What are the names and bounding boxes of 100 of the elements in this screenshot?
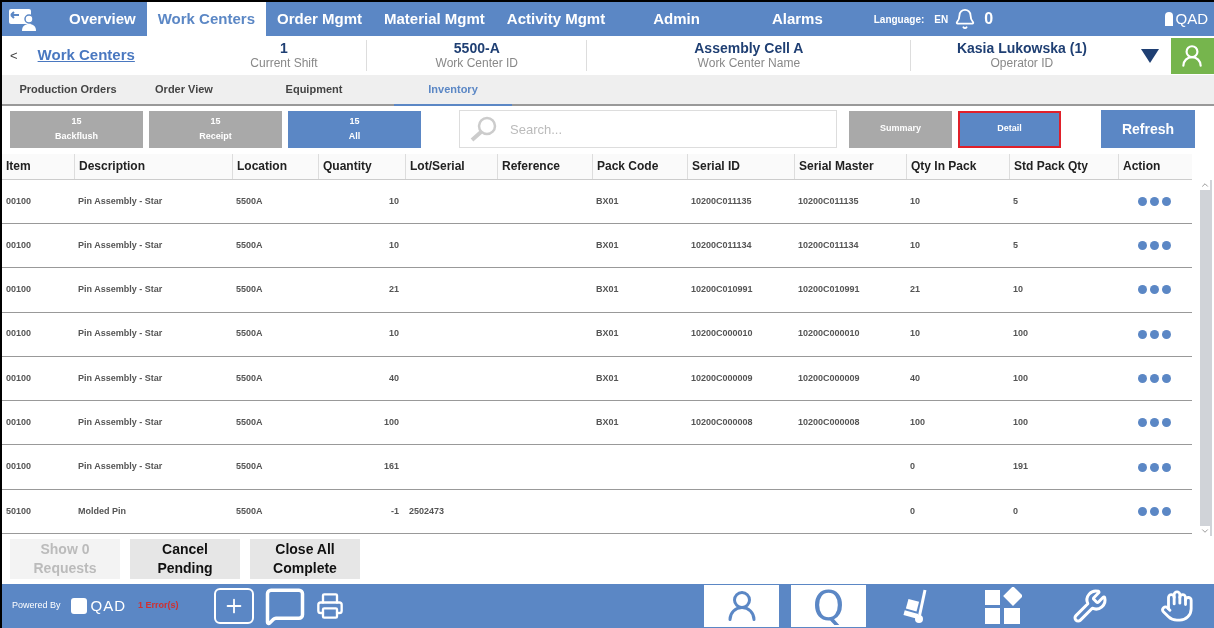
print-icon[interactable]	[315, 592, 344, 620]
footer-nav-button[interactable]	[704, 585, 779, 627]
table-cell-text: 40	[910, 371, 920, 385]
column-header: Description	[74, 154, 232, 179]
table-cell-text: Pin Assembly - Star	[78, 416, 163, 429]
table-cell: 10	[389, 194, 399, 208]
more-actions-button[interactable]	[1137, 241, 1171, 251]
search-field[interactable]: Search...	[459, 110, 837, 148]
language-selector[interactable]: EN	[934, 2, 949, 36]
table-cell: 00100	[6, 327, 32, 341]
nav-tab[interactable]: Material Mgmt	[373, 2, 496, 36]
search-icon	[469, 116, 499, 142]
blocks-icon	[983, 587, 1022, 625]
table-cell: Pin Assembly - Star	[78, 194, 163, 208]
nav-tab[interactable]: Work Centers	[146, 2, 266, 36]
table-cell: BX01	[596, 283, 619, 297]
table-cell: BX01	[596, 327, 619, 341]
view-toggle-button[interactable]: Summary	[849, 110, 952, 148]
subtab[interactable]: Equipment	[234, 75, 394, 104]
table-cell: 10	[1013, 283, 1023, 297]
add-operator-button[interactable]	[1170, 37, 1214, 74]
table-cell: 10200C000010	[691, 327, 753, 341]
table-cell-text: 10200C011134	[798, 238, 859, 252]
powered-by-label: Powered By	[12, 599, 61, 613]
column-header: Std Pack Qty	[1009, 154, 1118, 179]
operator-dropdown-button[interactable]	[1140, 48, 1159, 63]
column-header: Quantity	[318, 154, 405, 179]
table-cell: 10200C011135	[798, 194, 859, 208]
more-actions-button[interactable]	[1137, 373, 1171, 383]
table-cell-text: BX01	[596, 238, 619, 252]
table-cell-text: 00100	[6, 416, 32, 429]
table-cell-text: 0	[910, 504, 915, 518]
more-actions-button[interactable]	[1137, 418, 1171, 428]
dots-icon	[1137, 196, 1171, 206]
table-cell: 0	[910, 460, 915, 474]
table-cell: BX01	[596, 194, 619, 208]
add-comment-icon[interactable]	[213, 588, 254, 624]
table-cell-text: 00100	[6, 371, 32, 385]
action-button[interactable]: Cancel Pending	[130, 539, 240, 579]
header-value: 1	[280, 40, 288, 56]
more-actions-button[interactable]	[1137, 462, 1171, 472]
column-header: Location	[232, 154, 318, 179]
subtab[interactable]: Order View	[134, 75, 234, 104]
q-letter: Q	[812, 586, 845, 626]
alarm-count: 0	[984, 9, 994, 29]
dots-icon	[1137, 285, 1171, 295]
table-cell-text: 40	[389, 371, 399, 385]
table-cell: 5	[1013, 194, 1018, 208]
header-value: Kasia Lukowska (1)	[956, 40, 1087, 56]
dots-icon	[1137, 373, 1171, 383]
table-cell-text: 100	[910, 416, 926, 429]
filter-button[interactable]: 15 All	[288, 110, 421, 148]
dots-icon	[1137, 506, 1171, 516]
dots-icon	[1137, 418, 1171, 428]
table-cell-text: 10200C000009	[798, 371, 860, 385]
alarm-bell-icon[interactable]	[954, 8, 977, 30]
more-actions-button[interactable]	[1137, 506, 1171, 516]
nav-tab[interactable]: Activity Mgmt	[495, 2, 617, 36]
table-cell: 191	[1013, 460, 1029, 474]
filter-button[interactable]: 15 Receipt	[149, 110, 282, 148]
table-cell: Pin Assembly - Star	[78, 460, 163, 474]
table-cell-text: 0	[1013, 504, 1018, 518]
table-cell-text: 10200C000008	[798, 416, 860, 429]
column-header: Serial Master	[794, 154, 906, 179]
header-value: 5500-A	[453, 40, 500, 56]
column-header: Pack Code	[592, 154, 687, 179]
more-actions-button[interactable]	[1137, 285, 1171, 295]
table-cell: 00100	[6, 194, 32, 208]
table-cell: 21	[910, 283, 920, 297]
more-actions-button[interactable]	[1137, 329, 1171, 339]
footer-nav-button[interactable]: Q	[791, 585, 866, 627]
more-actions-button[interactable]	[1137, 196, 1171, 206]
table-cell-text: 100	[383, 416, 399, 429]
dots-icon	[1137, 241, 1171, 251]
action-button[interactable]: Close All Complete	[250, 539, 360, 579]
nav-tab[interactable]: Admin	[642, 2, 711, 36]
table-cell: 00100	[6, 283, 32, 297]
table-cell-text: BX01	[596, 371, 619, 385]
table-cell-text: Molded Pin	[78, 504, 126, 518]
subtab[interactable]: Production Orders	[2, 75, 134, 104]
table-cell-text: 5500A	[236, 416, 263, 429]
column-header: Serial ID	[687, 154, 794, 179]
work-centers-link[interactable]: Work Centers	[37, 44, 202, 67]
view-toggle-button[interactable]: Detail	[958, 110, 1061, 148]
nav-tab[interactable]: Alarms	[760, 2, 834, 36]
back-button[interactable]: <	[10, 45, 18, 66]
subtab[interactable]: Inventory	[394, 75, 512, 106]
filter-button[interactable]: 15 Backflush	[10, 110, 143, 148]
nav-tab[interactable]: Overview	[58, 2, 147, 36]
table-cell-text: 00100	[6, 238, 32, 252]
column-header: Reference	[497, 154, 592, 179]
nav-tab[interactable]: Order Mgmt	[266, 2, 373, 36]
raised-hand-icon	[1159, 589, 1194, 623]
table-cell: 10200C010991	[798, 283, 860, 297]
table-cell-text: 100	[1013, 371, 1029, 385]
table-cell-text: -1	[391, 504, 399, 518]
header-label: Operator ID	[990, 56, 1054, 71]
logo-text: QAD	[1175, 8, 1208, 29]
logo-mark-icon	[1165, 12, 1174, 26]
refresh-button[interactable]: Refresh	[1101, 110, 1195, 148]
